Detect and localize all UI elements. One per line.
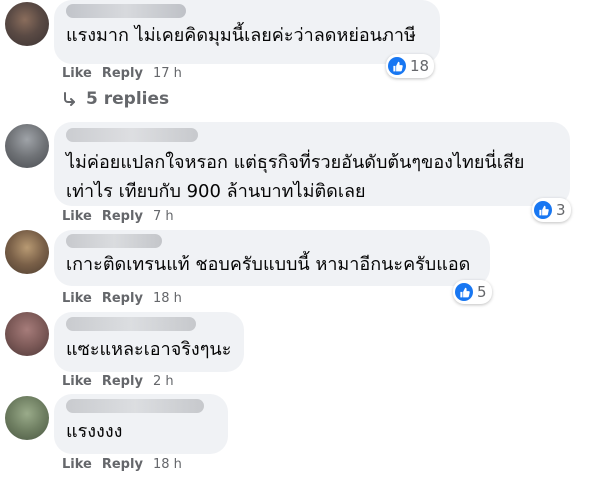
comment-text: ไม่ค่อยแปลกใจหรอก แต่ธุรกิจที่รวยอันดับต… <box>66 148 558 206</box>
reaction-badge[interactable]: 5 <box>453 280 492 304</box>
author-name-blurred[interactable] <box>66 317 196 331</box>
comment-bubble: แรงงงง <box>54 394 228 454</box>
reply-button[interactable]: Reply <box>102 457 143 472</box>
author-name-blurred[interactable] <box>66 399 204 413</box>
comment-timestamp[interactable]: 17 h <box>153 66 182 81</box>
comment-actions: Like Reply 18 h <box>62 457 182 472</box>
author-name-blurred[interactable] <box>66 234 162 248</box>
comment-bubble: แซะแหละเอาจริงๆนะ <box>54 312 244 372</box>
comment-timestamp[interactable]: 7 h <box>153 209 174 224</box>
reply-button[interactable]: Reply <box>102 66 143 81</box>
replies-label: 5 replies <box>86 89 170 109</box>
comment-text-line: แซะแหละเอาจริงๆนะ <box>66 339 232 360</box>
reply-arrow-icon <box>64 92 75 106</box>
comment-text-line: ไม่ค่อยแปลกใจหรอก แต่ธุรกิจที่รวยอันดับต… <box>66 152 525 173</box>
like-button[interactable]: Like <box>62 374 92 389</box>
comment-text-line: เท่าไร เทียบกับ 900 ล้านบาทไม่ติดเลย <box>66 181 366 202</box>
comment-text: แซะแหละเอาจริงๆนะ <box>66 337 232 363</box>
comment: แรงมาก ไม่เคยคิดมุมนี้เลยค่ะว่าลดหย่อนภา… <box>0 0 600 118</box>
comment-bubble: แรงมาก ไม่เคยคิดมุมนี้เลยค่ะว่าลดหย่อนภา… <box>54 0 440 64</box>
avatar[interactable] <box>5 230 49 274</box>
reaction-count: 18 <box>410 57 430 75</box>
reply-button[interactable]: Reply <box>102 291 143 306</box>
reaction-badge[interactable]: 3 <box>532 198 571 222</box>
comment-bubble: ไม่ค่อยแปลกใจหรอก แต่ธุรกิจที่รวยอันดับต… <box>54 122 570 206</box>
comment: ไม่ค่อยแปลกใจหรอก แต่ธุรกิจที่รวยอันดับต… <box>0 120 600 230</box>
comment-text-line: แรงมาก ไม่เคยคิดมุมนี้เลยค่ะว่าลดหย่อนภา… <box>66 25 416 46</box>
avatar[interactable] <box>5 2 49 46</box>
comment-text: แรงงงง <box>66 419 216 445</box>
like-button[interactable]: Like <box>62 209 92 224</box>
like-reaction-icon <box>455 283 473 301</box>
like-button[interactable]: Like <box>62 66 92 81</box>
author-name-blurred[interactable] <box>66 4 186 18</box>
reply-button[interactable]: Reply <box>102 209 143 224</box>
comment-actions: Like Reply 7 h <box>62 209 174 224</box>
reaction-count: 5 <box>477 283 487 301</box>
comment-timestamp[interactable]: 2 h <box>153 374 174 389</box>
like-reaction-icon <box>388 57 406 75</box>
reaction-badge[interactable]: 18 <box>386 54 435 78</box>
like-button[interactable]: Like <box>62 291 92 306</box>
comment-timestamp[interactable]: 18 h <box>153 457 182 472</box>
comment-text-line: เกาะติดเทรนแท้ ชอบครับแบบนี้ หามาอีกนะคร… <box>66 254 471 275</box>
avatar[interactable] <box>5 312 49 356</box>
comment-actions: Like Reply 2 h <box>62 374 174 389</box>
reaction-count: 3 <box>556 201 566 219</box>
comment-timestamp[interactable]: 18 h <box>153 291 182 306</box>
comment-text: แรงมาก ไม่เคยคิดมุมนี้เลยค่ะว่าลดหย่อนภา… <box>66 24 428 48</box>
comment: แรงงงง Like Reply 18 h <box>0 394 600 478</box>
comment-bubble: เกาะติดเทรนแท้ ชอบครับแบบนี้ หามาอีกนะคร… <box>54 230 490 286</box>
comment-actions: Like Reply 17 h <box>62 66 182 81</box>
comment-thread: แรงมาก ไม่เคยคิดมุมนี้เลยค่ะว่าลดหย่อนภา… <box>0 0 600 481</box>
view-replies-button[interactable]: 5 replies <box>62 89 169 109</box>
comment-text: เกาะติดเทรนแท้ ชอบครับแบบนี้ หามาอีกนะคร… <box>66 254 478 276</box>
like-button[interactable]: Like <box>62 457 92 472</box>
comment: แซะแหละเอาจริงๆนะ Like Reply 2 h <box>0 312 600 394</box>
reply-button[interactable]: Reply <box>102 374 143 389</box>
comment-actions: Like Reply 18 h <box>62 291 182 306</box>
comment: เกาะติดเทรนแท้ ชอบครับแบบนี้ หามาอีกนะคร… <box>0 230 600 310</box>
author-name-blurred[interactable] <box>66 128 198 142</box>
avatar[interactable] <box>5 396 49 440</box>
comment-text-line: แรงงงง <box>66 421 123 442</box>
avatar[interactable] <box>5 124 49 168</box>
like-reaction-icon <box>534 201 552 219</box>
